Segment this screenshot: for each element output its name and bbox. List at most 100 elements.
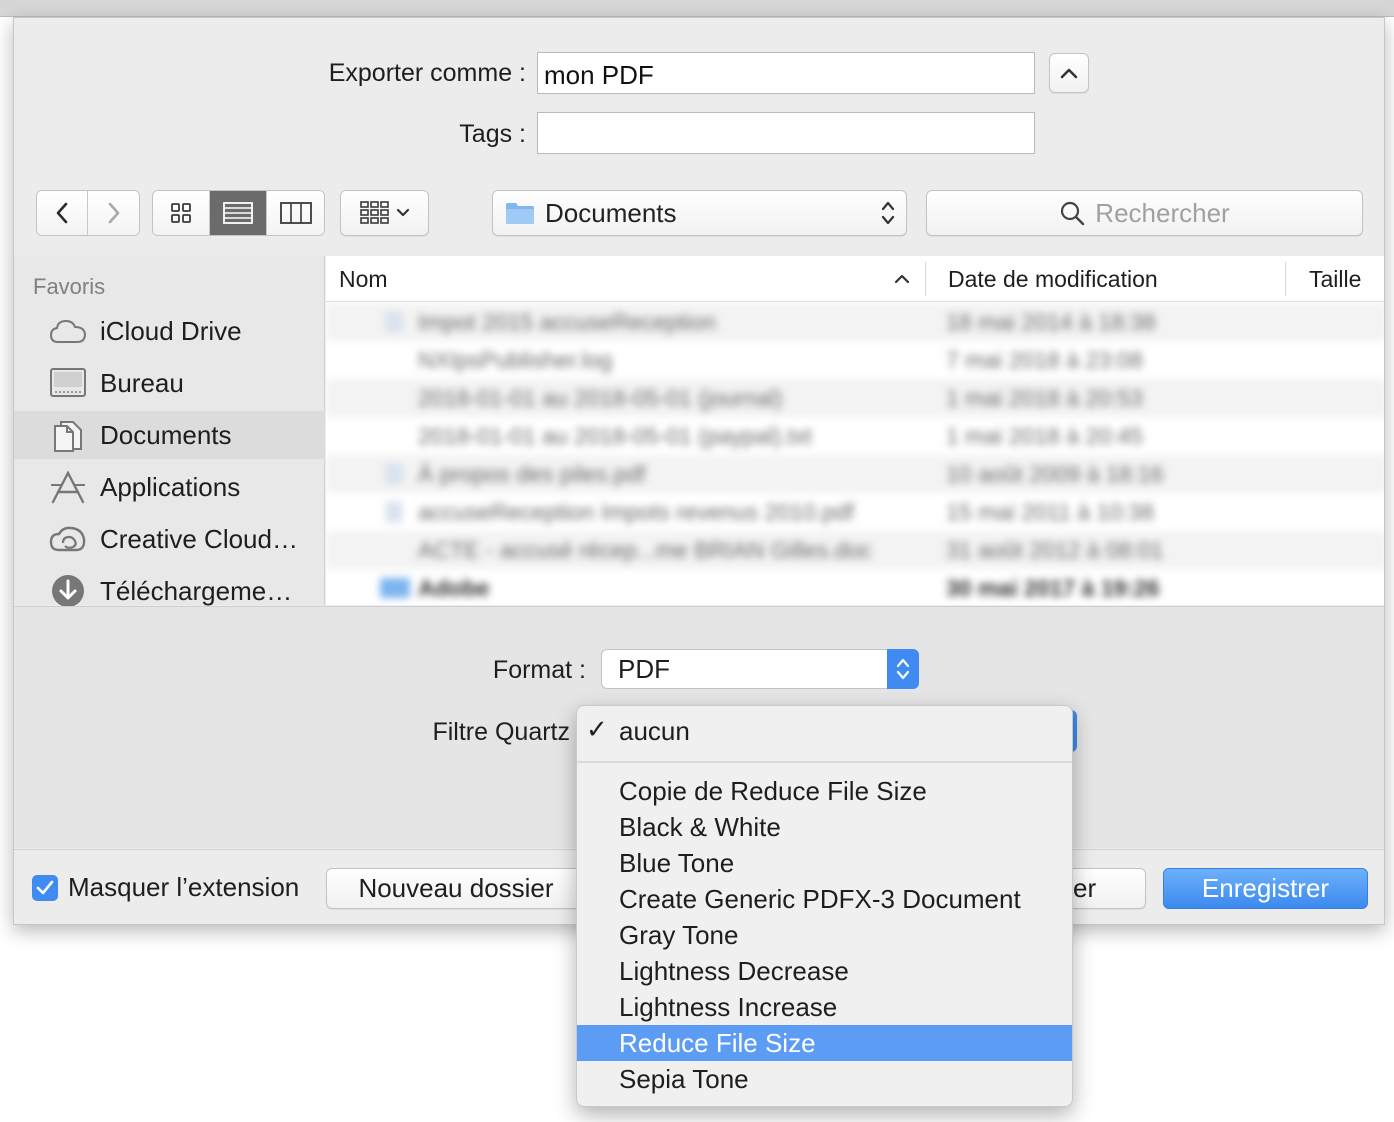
- hide-extension-label[interactable]: Masquer l’extension: [68, 872, 299, 903]
- file-row[interactable]: À propos des piles.pdf 10 août 2009 à 18:…: [326, 455, 1384, 493]
- sidebar-item-documents[interactable]: Documents: [14, 411, 325, 459]
- menu-item-label: aucun: [619, 715, 690, 746]
- menu-item-aucun[interactable]: ✓ aucun: [577, 713, 1072, 749]
- documents-icon: [48, 418, 88, 452]
- hide-extension-checkbox[interactable]: [32, 875, 58, 901]
- sidebar-heading-favorites: Favoris: [33, 274, 106, 299]
- file-name: NXIpsPublisher.log: [418, 347, 613, 373]
- file-row[interactable]: 2018-01-01 au 2018-05-01 (paypal).txt 1 m…: [326, 417, 1384, 455]
- chevron-up-icon: [1060, 68, 1078, 79]
- menu-item-reduce-file-size[interactable]: Reduce File Size: [577, 1025, 1072, 1061]
- file-name: Adobe: [418, 575, 490, 601]
- icon-view-button[interactable]: [153, 191, 210, 235]
- up-down-arrows-icon: [896, 658, 910, 680]
- menu-item-black-white[interactable]: Black & White: [577, 809, 1072, 845]
- search-icon: [1061, 201, 1085, 226]
- column-view-icon: [279, 202, 312, 224]
- file-date: 10 août 2009 à 18:16: [946, 461, 1164, 487]
- sidebar-item-applications[interactable]: Applications: [14, 463, 325, 511]
- chevron-right-icon: [108, 202, 119, 224]
- format-popup[interactable]: PDF: [601, 649, 919, 689]
- cloud-icon: [48, 314, 88, 348]
- export-as-label: Exporter comme :: [328, 59, 526, 87]
- checkmark-icon: [36, 880, 54, 895]
- search-field[interactable]: Rechercher: [926, 190, 1363, 236]
- list-view-icon: [223, 202, 253, 224]
- file-name: accuseReception Impots revenus 2010.pdf: [418, 499, 854, 525]
- file-name: ACTE - accusé récep...me BRIAN Gilles.do…: [418, 537, 872, 563]
- file-icon: [386, 312, 402, 332]
- column-header-date[interactable]: Date de modification: [948, 266, 1158, 293]
- file-row[interactable]: ACTE - accusé récep...me BRIAN Gilles.do…: [326, 531, 1384, 569]
- file-row[interactable]: accuseReception Impots revenus 2010.pdf 1…: [326, 493, 1384, 531]
- location-label: Documents: [545, 197, 677, 228]
- file-date: 15 mai 2011 à 10:38: [946, 499, 1155, 525]
- list-view-button[interactable]: [210, 191, 267, 235]
- menu-item-lightness-increase[interactable]: Lightness Increase: [577, 989, 1072, 1025]
- file-date: 1 mai 2018 à 20:53: [946, 385, 1143, 411]
- back-forward-control: [36, 190, 140, 236]
- file-date: 7 mai 2018 à 23:08: [946, 347, 1143, 373]
- folder-icon: [506, 203, 534, 224]
- folder-row[interactable]: Adobe 30 mai 2017 à 19:26: [326, 569, 1384, 605]
- collapse-button[interactable]: [1049, 53, 1089, 93]
- sidebar-item-label: Téléchargeme…: [100, 575, 293, 606]
- file-date: 1 mai 2018 à 20:45: [946, 423, 1143, 449]
- column-header-size[interactable]: Taille: [1309, 266, 1361, 293]
- view-mode-control: [152, 190, 325, 236]
- file-name: Impot 2015 accuseReception: [418, 309, 716, 335]
- file-name: 2018-01-01 au 2018-05-01 (journal): [418, 385, 783, 411]
- menu-item-create-generic-pdfx3[interactable]: Create Generic PDFX-3 Document: [577, 881, 1072, 917]
- sidebar-item-bureau[interactable]: Bureau: [14, 359, 325, 407]
- file-row[interactable]: NXIpsPublisher.log 7 mai 2018 à 23:08: [326, 341, 1384, 379]
- search-placeholder: Rechercher: [1095, 197, 1230, 228]
- save-button[interactable]: Enregistrer: [1163, 868, 1368, 909]
- sidebar-item-icloud-drive[interactable]: iCloud Drive: [14, 307, 325, 355]
- up-down-arrows-icon: [881, 201, 895, 225]
- file-row[interactable]: Impot 2015 accuseReception 18 mai 2014 à …: [326, 303, 1384, 341]
- menu-item-blue-tone[interactable]: Blue Tone: [577, 845, 1072, 881]
- icon-grid-icon: [171, 203, 191, 223]
- file-name: 2018-01-01 au 2018-05-01 (paypal).txt: [418, 423, 812, 449]
- file-rows: Impot 2015 accuseReception 18 mai 2014 à …: [326, 303, 1384, 605]
- folder-icon: [380, 578, 410, 598]
- column-header-name[interactable]: Nom: [339, 266, 388, 293]
- sidebar-item-label: iCloud Drive: [100, 315, 242, 346]
- group-view-button[interactable]: [340, 190, 429, 236]
- menu-separator: [577, 761, 1072, 763]
- file-icon: [386, 502, 402, 522]
- file-date: 18 mai 2014 à 18:38: [946, 309, 1156, 335]
- file-list: Nom Date de modification Taille Impot 20…: [326, 256, 1384, 605]
- new-folder-button[interactable]: Nouveau dossier: [326, 868, 586, 909]
- menu-item-lightness-decrease[interactable]: Lightness Decrease: [577, 953, 1072, 989]
- file-name: À propos des piles.pdf: [418, 461, 646, 487]
- location-popup[interactable]: Documents: [492, 190, 907, 236]
- menu-item-gray-tone[interactable]: Gray Tone: [577, 917, 1072, 953]
- sidebar-item-label: Applications: [100, 471, 241, 502]
- tags-label: Tags :: [459, 120, 526, 148]
- menu-item-sepia-tone[interactable]: Sepia Tone: [577, 1061, 1072, 1097]
- sidebar-item-label: Bureau: [100, 367, 184, 398]
- back-button[interactable]: [37, 191, 88, 235]
- creative-cloud-icon: [48, 522, 88, 556]
- chevron-left-icon: [56, 202, 68, 224]
- file-date: 30 mai 2017 à 19:26: [946, 575, 1160, 601]
- menu-item-copie-reduce-file-size[interactable]: Copie de Reduce File Size: [577, 773, 1072, 809]
- chevron-down-icon: [396, 208, 409, 217]
- export-as-input[interactable]: mon PDF: [537, 52, 1035, 94]
- popup-arrows: [887, 649, 919, 689]
- tags-input[interactable]: [537, 112, 1035, 154]
- sidebar-item-label: Creative Cloud…: [100, 523, 298, 554]
- forward-button[interactable]: [88, 191, 139, 235]
- file-list-header: Nom Date de modification Taille: [326, 256, 1384, 302]
- file-row[interactable]: 2018-01-01 au 2018-05-01 (journal) 1 mai …: [326, 379, 1384, 417]
- sidebar-item-label: Documents: [100, 419, 232, 450]
- quartz-filter-menu: ✓ aucun Copie de Reduce File Size Black …: [576, 705, 1073, 1107]
- desktop-icon: [48, 366, 88, 400]
- column-view-button[interactable]: [267, 191, 324, 235]
- format-value: PDF: [618, 653, 670, 684]
- quartz-filter-label: Filtre Quartz: [432, 718, 570, 746]
- checkmark-icon: ✓: [586, 714, 608, 744]
- sidebar-item-creative-cloud[interactable]: Creative Cloud…: [14, 515, 325, 563]
- sidebar: Favoris iCloud Drive Bureau Documents Ap…: [14, 256, 325, 607]
